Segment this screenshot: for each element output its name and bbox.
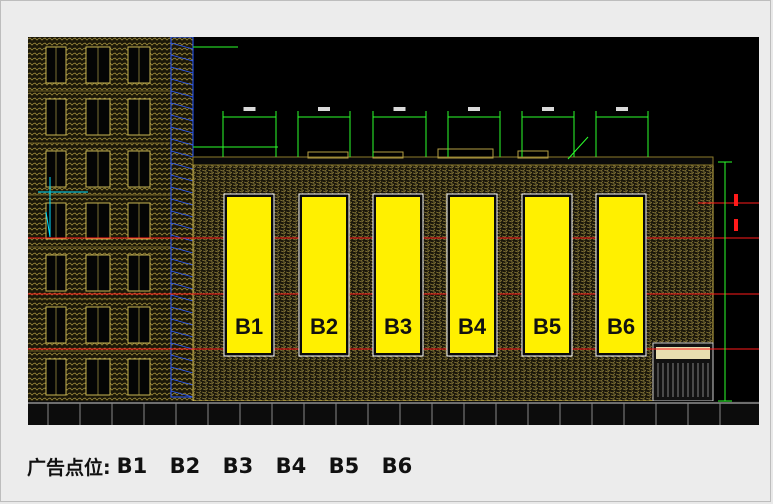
billboard-b1: B1 bbox=[223, 193, 275, 357]
billboard-b6: B6 bbox=[595, 193, 647, 357]
billboard-label: B1 bbox=[235, 314, 263, 339]
billboard-b5: B5 bbox=[521, 193, 573, 357]
cad-elevation-drawing: B1 B2 B3 B4 B5 B6 bbox=[28, 37, 759, 425]
billboard-label: B3 bbox=[384, 314, 412, 339]
tower-block bbox=[28, 37, 193, 425]
billboard-b2: B2 bbox=[298, 193, 350, 357]
billboard-label: B2 bbox=[310, 314, 338, 339]
legend-item-b4: B4 bbox=[275, 454, 307, 478]
ad-location-legend: 广告点位: B1 B2 B3 B4 B5 B6 bbox=[27, 451, 435, 481]
billboard-b3: B3 bbox=[372, 193, 424, 357]
legend-item-b3: B3 bbox=[222, 454, 254, 478]
billboard-label: B4 bbox=[458, 314, 487, 339]
billboard-label: B6 bbox=[607, 314, 635, 339]
annex-block bbox=[652, 342, 714, 402]
roof-structures bbox=[192, 148, 714, 166]
elevation-svg: B1 B2 B3 B4 B5 B6 bbox=[28, 37, 759, 425]
legend-item-b6: B6 bbox=[381, 454, 413, 478]
right-dimension bbox=[718, 161, 738, 402]
billboard-b4: B4 bbox=[446, 193, 498, 357]
legend-title: 广告点位: bbox=[27, 456, 111, 479]
legend-item-b1: B1 bbox=[116, 454, 148, 478]
billboard-label: B5 bbox=[533, 314, 561, 339]
legend-item-b2: B2 bbox=[169, 454, 201, 478]
dimension-lines bbox=[193, 107, 649, 160]
ground-storey bbox=[28, 401, 759, 425]
legend-item-b5: B5 bbox=[328, 454, 360, 478]
image-frame: B1 B2 B3 B4 B5 B6 广告点位: B1 B2 B3 B4 B5 B6 bbox=[0, 0, 771, 502]
